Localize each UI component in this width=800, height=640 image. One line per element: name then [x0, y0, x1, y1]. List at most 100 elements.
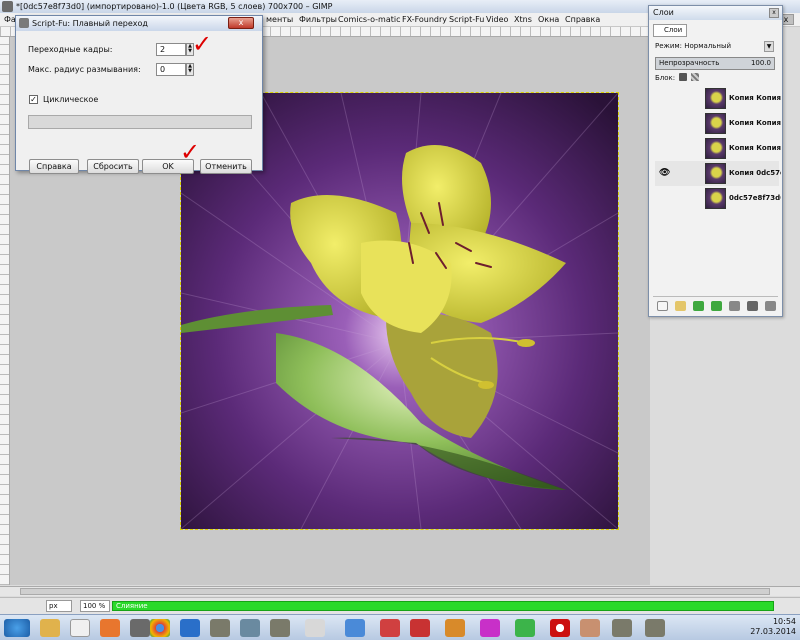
reset-button[interactable]: Сбросить	[87, 159, 139, 174]
app-icon[interactable]	[410, 619, 430, 637]
taskbar: 10:54 27.03.2014	[0, 614, 800, 640]
layer-thumbnail	[705, 163, 726, 184]
new-layer-group-icon[interactable]	[675, 301, 686, 311]
app-icon[interactable]	[445, 619, 465, 637]
menu-help[interactable]: Справка	[563, 13, 602, 27]
blur-radius-label: Макс. радиус размывания:	[28, 65, 141, 74]
horizontal-scrollbar[interactable]	[0, 586, 800, 596]
document-icon[interactable]	[70, 619, 90, 637]
gimp-icon[interactable]	[270, 619, 290, 637]
layer-thumbnail	[705, 138, 726, 159]
cancel-button[interactable]: Отменить	[200, 159, 252, 174]
frames-input[interactable]: 2	[156, 43, 186, 56]
gimp-icon[interactable]	[612, 619, 632, 637]
clock-time: 10:54	[772, 617, 796, 626]
frames-label: Переходные кадры:	[28, 45, 113, 54]
dialog-title: Script-Fu: Плавный переход	[32, 19, 148, 28]
gimp-icon[interactable]	[210, 619, 230, 637]
media-player-icon[interactable]	[100, 619, 120, 637]
opacity-slider[interactable]: Непрозрачность 100.0	[655, 57, 775, 70]
app-icon[interactable]	[345, 619, 365, 637]
window-title: *[0dc57e8f73d0] (импортировано)-1.0 (Цве…	[16, 2, 333, 11]
lock-label: Блок:	[655, 74, 676, 82]
film-reel-icon[interactable]	[305, 619, 325, 637]
layer-row[interactable]: Копия Копия 0dc57	[655, 111, 781, 136]
opacity-label: Непрозрачность	[659, 59, 720, 67]
new-layer-icon[interactable]	[657, 301, 668, 311]
raise-layer-icon[interactable]	[693, 301, 704, 311]
unit-select[interactable]: px	[46, 600, 72, 612]
explorer-icon[interactable]	[40, 619, 60, 637]
anchor-layer-icon[interactable]	[747, 301, 758, 311]
zoom-value: 100 %	[83, 602, 106, 610]
system-clock[interactable]: 10:54 27.03.2014	[750, 617, 796, 637]
opacity-value: 100.0	[750, 59, 771, 67]
layer-thumbnail	[705, 88, 726, 109]
cyclic-checkbox[interactable]: ✓	[29, 95, 38, 104]
menu-tools[interactable]: менты	[264, 13, 295, 27]
dock-title: Слои	[653, 8, 674, 17]
chevron-down-icon[interactable]: ▼	[764, 41, 774, 52]
cyclic-label: Циклическое	[43, 95, 99, 104]
dialog-close-button[interactable]: x	[228, 17, 254, 29]
layer-row[interactable]: Копия Копия 0dc57	[655, 136, 781, 161]
blur-radius-spin-arrows[interactable]: ▲ ▼	[186, 63, 194, 76]
lock-pixels-icon[interactable]	[679, 73, 687, 81]
filmstrip-icon[interactable]	[240, 619, 260, 637]
app-icon[interactable]	[580, 619, 600, 637]
start-button-icon[interactable]	[4, 619, 30, 637]
duplicate-layer-icon[interactable]	[729, 301, 740, 311]
scrollbar-thumb[interactable]	[20, 588, 770, 595]
menu-comics-o-matic[interactable]: Comics-o-matic	[336, 13, 402, 27]
blur-radius-input[interactable]: 0	[156, 63, 186, 76]
menu-windows[interactable]: Окна	[536, 13, 561, 27]
menu-xtns[interactable]: Xtns	[512, 13, 534, 27]
vertical-ruler	[0, 37, 10, 585]
statusbar: px 100 % Слияние	[0, 597, 800, 614]
mode-select[interactable]: Режим: Нормальный	[655, 42, 731, 50]
layer-thumbnail	[705, 113, 726, 134]
layer-name: Копия 0dc57e8f73	[729, 169, 781, 177]
chrome-icon[interactable]	[150, 619, 170, 637]
layer-name: Копия Копия Копия	[729, 94, 781, 102]
layer-name: Копия Копия 0dc57	[729, 144, 781, 152]
app-icon[interactable]	[180, 619, 200, 637]
dock-titlebar[interactable]: Слои x	[649, 6, 782, 20]
zoom-select[interactable]: 100 %	[80, 600, 110, 612]
gimp-icon[interactable]	[645, 619, 665, 637]
tab-layers[interactable]: Слои	[653, 24, 687, 37]
app-icon[interactable]	[515, 619, 535, 637]
opera-icon[interactable]	[550, 619, 570, 637]
dialog-app-icon	[19, 18, 29, 28]
menu-script-fu[interactable]: Script-Fu	[447, 13, 486, 27]
layer-row[interactable]: 0dc57e8f73d0.jpg	[655, 186, 781, 211]
layers-dock: Слои x Слои Режим: Нормальный ▼ Непрозра…	[648, 5, 783, 317]
dialog-progress-bar	[28, 115, 252, 129]
menu-filters[interactable]: Фильтры	[297, 13, 339, 27]
layer-row[interactable]: Копия Копия Копия	[655, 86, 781, 111]
dialog-titlebar[interactable]: Script-Fu: Плавный переход x	[16, 16, 262, 31]
app-icon[interactable]	[480, 619, 500, 637]
dock-divider	[653, 296, 778, 297]
help-button[interactable]: Справка	[29, 159, 79, 174]
app-icon[interactable]	[130, 619, 150, 637]
tab-layers-label: Слои	[664, 26, 683, 34]
app-icon[interactable]	[380, 619, 400, 637]
lower-layer-icon[interactable]	[711, 301, 722, 311]
menu-video[interactable]: Video	[484, 13, 510, 27]
eye-icon[interactable]: 👁	[659, 169, 671, 178]
delete-layer-icon[interactable]	[765, 301, 776, 311]
layer-row[interactable]: 👁 Копия 0dc57e8f73	[655, 161, 781, 186]
clock-date: 27.03.2014	[750, 627, 796, 636]
status-message: Слияние	[116, 602, 148, 610]
layer-thumbnail	[705, 188, 726, 209]
menu-fx-foundry[interactable]: FX-Foundry	[400, 13, 449, 27]
status-progress-bar: Слияние	[112, 601, 774, 611]
layer-name: 0dc57e8f73d0.jpg	[729, 194, 781, 202]
gimp-app-icon	[2, 1, 13, 12]
red-checkmark-annotation: ✓	[180, 138, 201, 166]
lock-alpha-icon[interactable]	[691, 73, 699, 81]
dialog-body: Переходные кадры: 2 ▲ ▼ Макс. радиус разм…	[16, 31, 262, 174]
dock-close-button[interactable]: x	[769, 8, 779, 18]
script-fu-dialog: Script-Fu: Плавный переход x Переходные …	[15, 15, 263, 174]
